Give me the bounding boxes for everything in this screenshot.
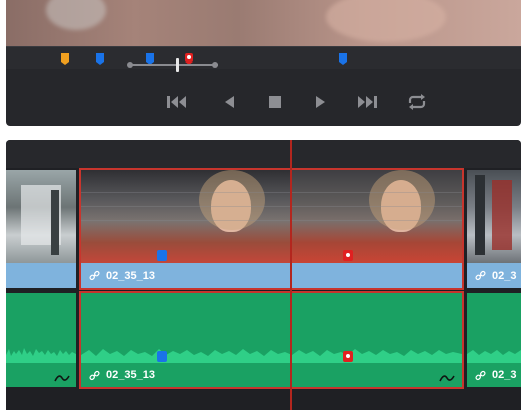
clip-name: 02_35_13 (106, 369, 155, 381)
audio-waveform (467, 350, 521, 363)
jog-end-dot (212, 62, 218, 68)
link-icon (475, 370, 486, 380)
viewer-video-frame (6, 0, 521, 46)
transport-controls (6, 78, 521, 126)
timeline-panel: 02_35_13 02_3 02_35_13 02_3 (6, 140, 521, 410)
marker-red[interactable] (185, 53, 193, 65)
loop-button[interactable] (406, 94, 428, 110)
audio-clip-bar: 02_35_13 (81, 363, 462, 387)
video-clip-thumbnail (81, 170, 462, 263)
marker-orange[interactable] (61, 53, 69, 65)
fade-curve-icon[interactable] (54, 373, 70, 383)
clip-marker-blue[interactable] (157, 250, 167, 261)
playhead[interactable] (290, 140, 292, 410)
jump-to-end-button[interactable] (356, 94, 378, 110)
play-reverse-icon (225, 96, 234, 108)
marker-blue[interactable] (96, 53, 104, 65)
stop-icon (269, 96, 281, 108)
viewer-scrub-bar[interactable] (6, 46, 521, 69)
clip-marker-red[interactable] (343, 250, 353, 261)
jump-to-start-icon (167, 96, 186, 108)
audio-clip-bar: 02_3 (467, 363, 521, 387)
jump-to-end-icon (358, 96, 377, 108)
timeline-ruler[interactable] (6, 140, 521, 168)
video-clip-selected[interactable]: 02_35_13 (79, 168, 464, 290)
audio-waveform (81, 349, 462, 363)
audio-clip-right[interactable]: 02_3 (467, 293, 521, 387)
audio-clip-left[interactable] (6, 293, 76, 387)
video-clip-thumbnail (467, 170, 521, 263)
clip-name: 02_3 (492, 369, 517, 381)
audio-clip-selected[interactable]: 02_35_13 (79, 291, 464, 389)
play-icon (316, 96, 325, 108)
video-clip-right[interactable]: 02_3 (467, 170, 521, 288)
link-icon (475, 270, 486, 281)
stop-button[interactable] (264, 94, 286, 110)
jog-handle[interactable] (176, 58, 179, 72)
link-icon (89, 270, 100, 281)
jump-to-start-button[interactable] (166, 94, 188, 110)
video-clip-thumbnail (6, 170, 76, 263)
jog-track[interactable] (128, 64, 218, 66)
viewer-panel (6, 0, 521, 126)
video-clip-bar (6, 263, 76, 288)
video-clip-bar: 02_3 (467, 263, 521, 288)
clip-marker-red[interactable] (343, 351, 353, 362)
clip-name: 02_3 (492, 269, 517, 282)
loop-icon (408, 94, 426, 110)
video-clip-left[interactable] (6, 170, 76, 288)
marker-blue[interactable] (339, 53, 347, 65)
video-clip-bar: 02_35_13 (81, 263, 462, 288)
marker-blue[interactable] (146, 53, 154, 65)
jog-start-dot (127, 62, 133, 68)
link-icon (89, 370, 100, 380)
play-reverse-button[interactable] (218, 94, 240, 110)
play-button[interactable] (309, 94, 331, 110)
clip-name: 02_35_13 (106, 269, 155, 282)
clip-marker-blue[interactable] (157, 351, 167, 362)
audio-waveform (6, 348, 76, 363)
